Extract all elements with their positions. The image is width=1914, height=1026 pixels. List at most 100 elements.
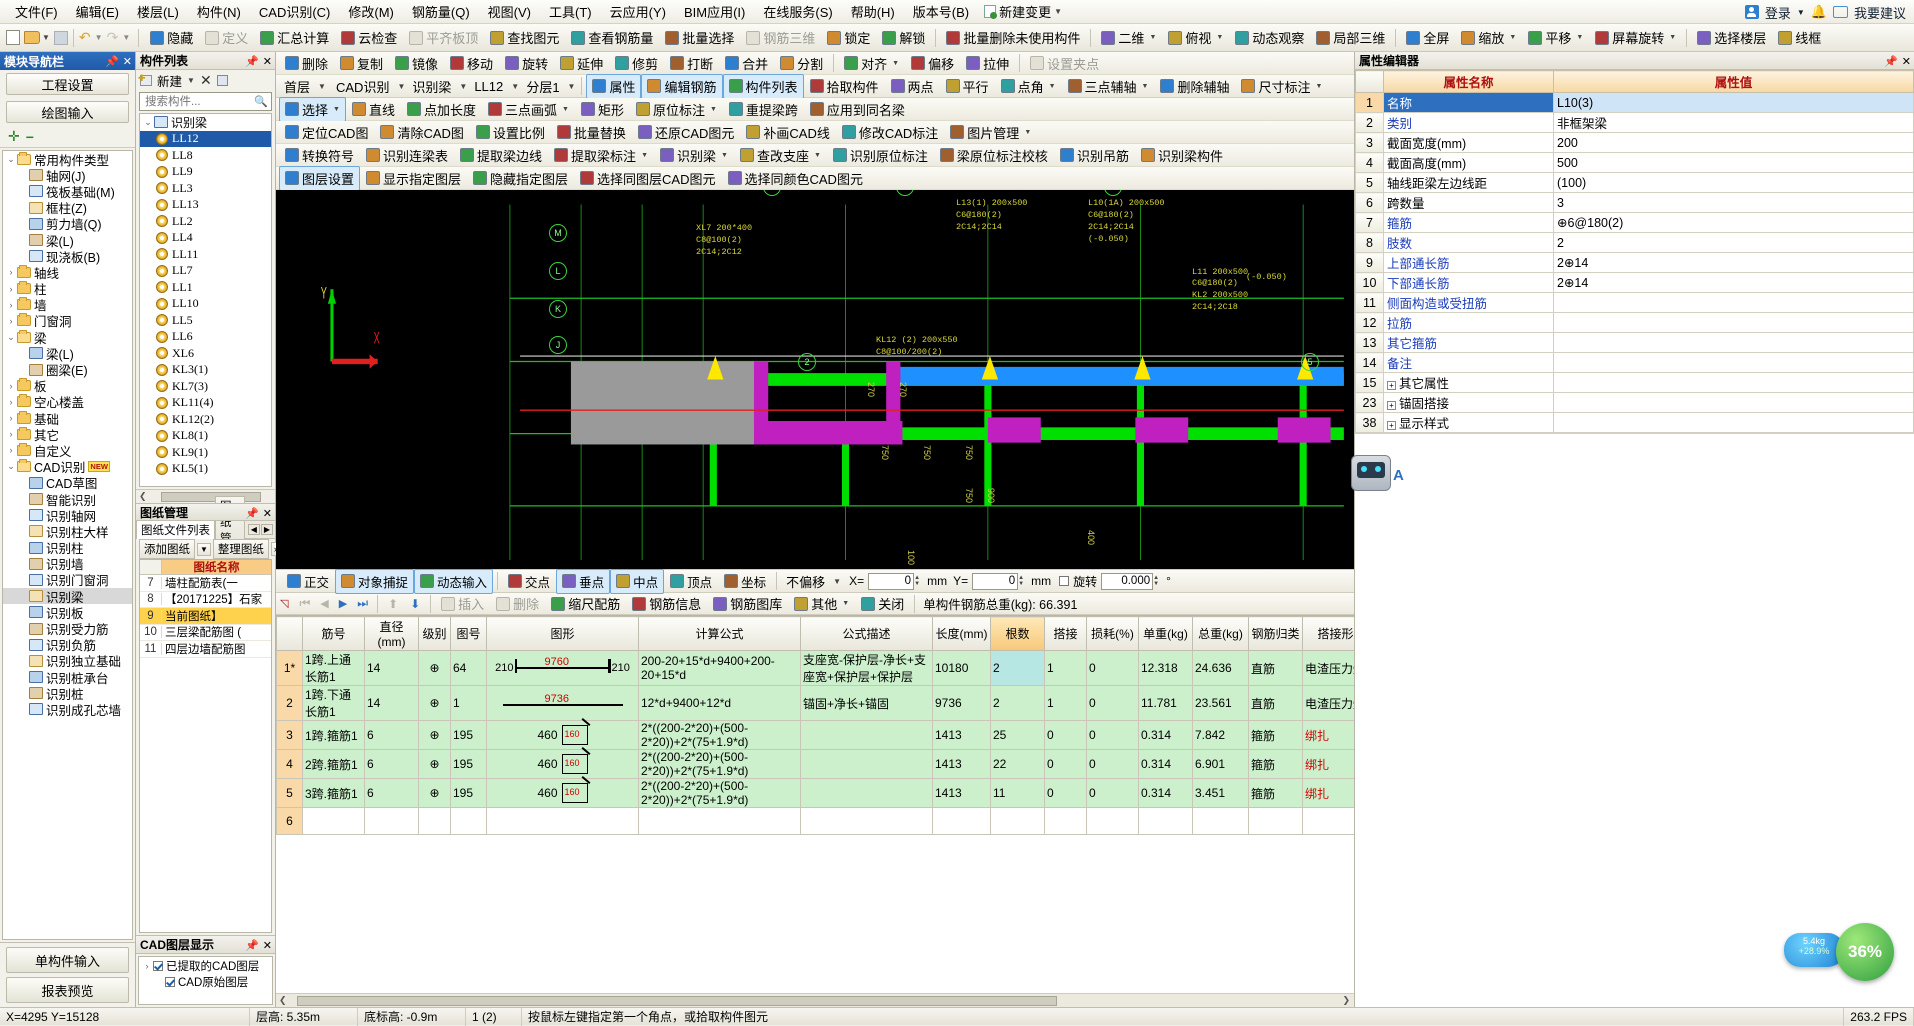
rebar-cell-diameter[interactable]: 14 xyxy=(364,650,419,686)
nav-item-5[interactable]: 梁(L) xyxy=(3,232,132,249)
grid-tool-rebar-library[interactable]: 钢筋图库 xyxy=(707,591,788,616)
grid-tool-delete-row[interactable]: 删除 xyxy=(490,591,545,616)
chevron-down-icon[interactable]: ▼ xyxy=(1316,83,1323,90)
cad-tool-batch-replace[interactable]: 批量替换 xyxy=(551,120,632,145)
nav-item-11[interactable]: ⌄ 梁 xyxy=(3,329,132,346)
rebar-cell-index[interactable]: 4 xyxy=(276,749,303,779)
search-input[interactable] xyxy=(143,94,255,109)
rebar-cell-lap-type[interactable]: 绑扎 xyxy=(1302,720,1354,750)
rebar-cell-grade[interactable] xyxy=(418,807,451,835)
rebar-cell-unit-weight[interactable]: 0.314 xyxy=(1138,720,1193,750)
rebar-header-12[interactable]: 总重(kg) xyxy=(1192,616,1249,651)
x-spinner[interactable]: ▲ ▼ xyxy=(914,575,923,587)
snap-object-snap[interactable]: 对象捕捉 xyxy=(335,568,415,594)
nav-item-21[interactable]: 智能识别 xyxy=(3,491,132,508)
chevron-down-icon[interactable]: ▼ xyxy=(562,106,569,113)
snap-intersection[interactable]: 交点 xyxy=(502,569,556,594)
rebar-cell-shape[interactable]: 460 160 xyxy=(486,718,639,750)
main-tool-lock[interactable]: 锁定 xyxy=(821,25,876,50)
nav-item-24[interactable]: 识别柱 xyxy=(3,540,132,556)
main-tool-pan[interactable]: 平移 ▼ xyxy=(1522,25,1589,50)
rebar-cell-index[interactable]: 6 xyxy=(276,807,303,835)
draw-tool-rectangle[interactable]: 矩形 xyxy=(575,97,630,122)
context-tool-component-list[interactable]: 构件列表 xyxy=(722,73,804,99)
rebar-cell-length[interactable]: 1413 xyxy=(932,778,991,808)
property-name-cell[interactable]: + 显示样式 xyxy=(1383,412,1554,433)
component-item-14[interactable]: KL3(1) xyxy=(140,362,271,379)
context-tool-pick-component[interactable]: 拾取构件 xyxy=(804,74,885,99)
property-value-cell[interactable] xyxy=(1553,392,1914,413)
property-value-cell[interactable] xyxy=(1553,352,1914,373)
modify-tool-rotate[interactable]: 旋转 xyxy=(499,51,554,76)
rebar-cell-unit-weight[interactable]: 11.781 xyxy=(1138,685,1193,721)
context-tool-parallel[interactable]: 平行 xyxy=(940,74,995,99)
rebar-cell-unit-weight[interactable] xyxy=(1138,807,1193,835)
property-row-5[interactable]: 6 跨数量 3 xyxy=(1355,192,1914,213)
cad-tool-edit-cad-dim[interactable]: 修改CAD标注 xyxy=(836,120,944,145)
rebar-cell-lap[interactable] xyxy=(1044,807,1087,835)
rebar-cell-name[interactable]: 2跨.箍筋1 xyxy=(302,749,365,779)
login-label[interactable]: 登录 xyxy=(1765,3,1791,22)
rebar-cell-lap-type[interactable]: 绑扎 xyxy=(1302,778,1354,808)
menu-item-6[interactable]: 钢筋量(Q) xyxy=(403,0,479,23)
grid-tool-other[interactable]: 其他 ▼ xyxy=(788,591,855,616)
drawing-row-3[interactable]: 10 三层梁配筋图 ( xyxy=(140,625,271,641)
cad-canvas[interactable]: Y X L10(1A) 200x500 C6@180(2) 2C14;2C14 (-0… xyxy=(276,190,1354,569)
expand-icon[interactable]: + xyxy=(1387,401,1396,410)
rebar-cell-category[interactable]: 箍筋 xyxy=(1248,778,1303,808)
property-value-cell[interactable]: ⊕6@180(2) xyxy=(1553,212,1914,233)
rebar-cell-loss[interactable]: 0 xyxy=(1086,749,1139,779)
cad-layer-item-0[interactable]: › 已提取的CAD图层 xyxy=(139,958,272,974)
rebar-cell-diameter[interactable] xyxy=(364,807,419,835)
snap-coordinate[interactable]: 坐标 xyxy=(718,569,772,594)
nav-item-0[interactable]: ⌄ 常用构件类型 xyxy=(3,151,132,168)
main-tool-2d[interactable]: 二维 ▼ xyxy=(1095,25,1162,50)
context-tool-two-point[interactable]: 两点 xyxy=(885,74,940,99)
grid-tool-scale-rebar[interactable]: 缩尺配筋 xyxy=(545,591,626,616)
chevron-down-icon[interactable]: ▼ xyxy=(1142,83,1149,90)
property-name-cell[interactable]: 备注 xyxy=(1383,352,1554,373)
assistant-robot[interactable]: A xyxy=(1351,455,1409,495)
context-tool-point-angle[interactable]: 点角 ▼ xyxy=(995,74,1062,99)
component-item-19[interactable]: KL9(1) xyxy=(140,444,271,461)
property-value-cell[interactable]: 200 xyxy=(1553,132,1914,153)
modify-tool-set-grip[interactable]: 设置夹点 xyxy=(1024,51,1105,76)
rebar-cell-diameter[interactable]: 6 xyxy=(364,749,419,779)
nav-item-22[interactable]: 识别轴网 xyxy=(3,507,132,524)
rebar-cell-category[interactable]: 直筋 xyxy=(1248,650,1303,686)
rebar-row[interactable]: 6 xyxy=(276,807,1354,835)
rebar-cell-category[interactable]: 箍筋 xyxy=(1248,720,1303,750)
component-list-hscrollbar[interactable]: ❮ xyxy=(136,489,275,503)
main-tool-screen-rotate[interactable]: 屏幕旋转 ▼ xyxy=(1589,25,1682,50)
chevron-right-icon[interactable]: › xyxy=(5,267,17,277)
rebar-cell-name[interactable]: 3跨.箍筋1 xyxy=(302,778,365,808)
rebar-cell-formula[interactable]: 200-20+15*d+9400+200-20+15*d xyxy=(638,650,801,686)
new-file-icon[interactable] xyxy=(6,30,20,45)
rebar-cell-name[interactable]: 1跨.上通长筋1 xyxy=(302,650,365,686)
rebar-row[interactable]: 5 3跨.箍筋1 6 ⊕ 195 460 160 2*((200-2*20)+(500-2*2… xyxy=(276,776,1354,808)
rebar-header-11[interactable]: 单重(kg) xyxy=(1138,616,1193,651)
rebar-cell-length[interactable]: 1413 xyxy=(932,749,991,779)
rebar-cell-lap-type[interactable] xyxy=(1302,807,1354,835)
rebar-cell-description[interactable] xyxy=(800,778,933,808)
modify-tool-offset[interactable]: 偏移 xyxy=(905,51,960,76)
x-input[interactable]: 0 xyxy=(868,572,915,590)
rebar-cell-picno[interactable]: 195 xyxy=(450,778,487,808)
scroll-right-icon[interactable]: ❯ xyxy=(1342,995,1354,1006)
component-item-10[interactable]: LL10 xyxy=(140,296,271,313)
property-table[interactable]: 属性名称 属性值 1 名称 L10(3) 2 类别 非框架梁 3 截面宽度(mm) 200 4 截面… xyxy=(1355,70,1914,433)
rebar-cell-count[interactable]: 2 xyxy=(990,685,1045,721)
context-tool-dimension[interactable]: 尺寸标注 ▼ xyxy=(1235,74,1328,99)
rebar-header-8[interactable]: 根数 xyxy=(990,616,1045,651)
property-value-cell[interactable]: 3 xyxy=(1553,192,1914,213)
rebar-header-10[interactable]: 损耗(%) xyxy=(1086,616,1139,651)
close-icon[interactable]: ✕ xyxy=(263,507,272,520)
menu-item-13[interactable]: 版本号(B) xyxy=(904,0,978,23)
rebar-cell-length[interactable] xyxy=(932,807,991,835)
context-tool-properties[interactable]: 属性 xyxy=(586,73,642,99)
chevron-right-icon[interactable]: › xyxy=(5,381,17,391)
cad-tool-locate-cad[interactable]: 定位CAD图 xyxy=(279,120,374,145)
property-name-cell[interactable]: + 锚固搭接 xyxy=(1383,392,1554,413)
nav-item-1[interactable]: 轴网(J) xyxy=(3,167,132,184)
nav-item-10[interactable]: › 门窗洞 xyxy=(3,313,132,329)
